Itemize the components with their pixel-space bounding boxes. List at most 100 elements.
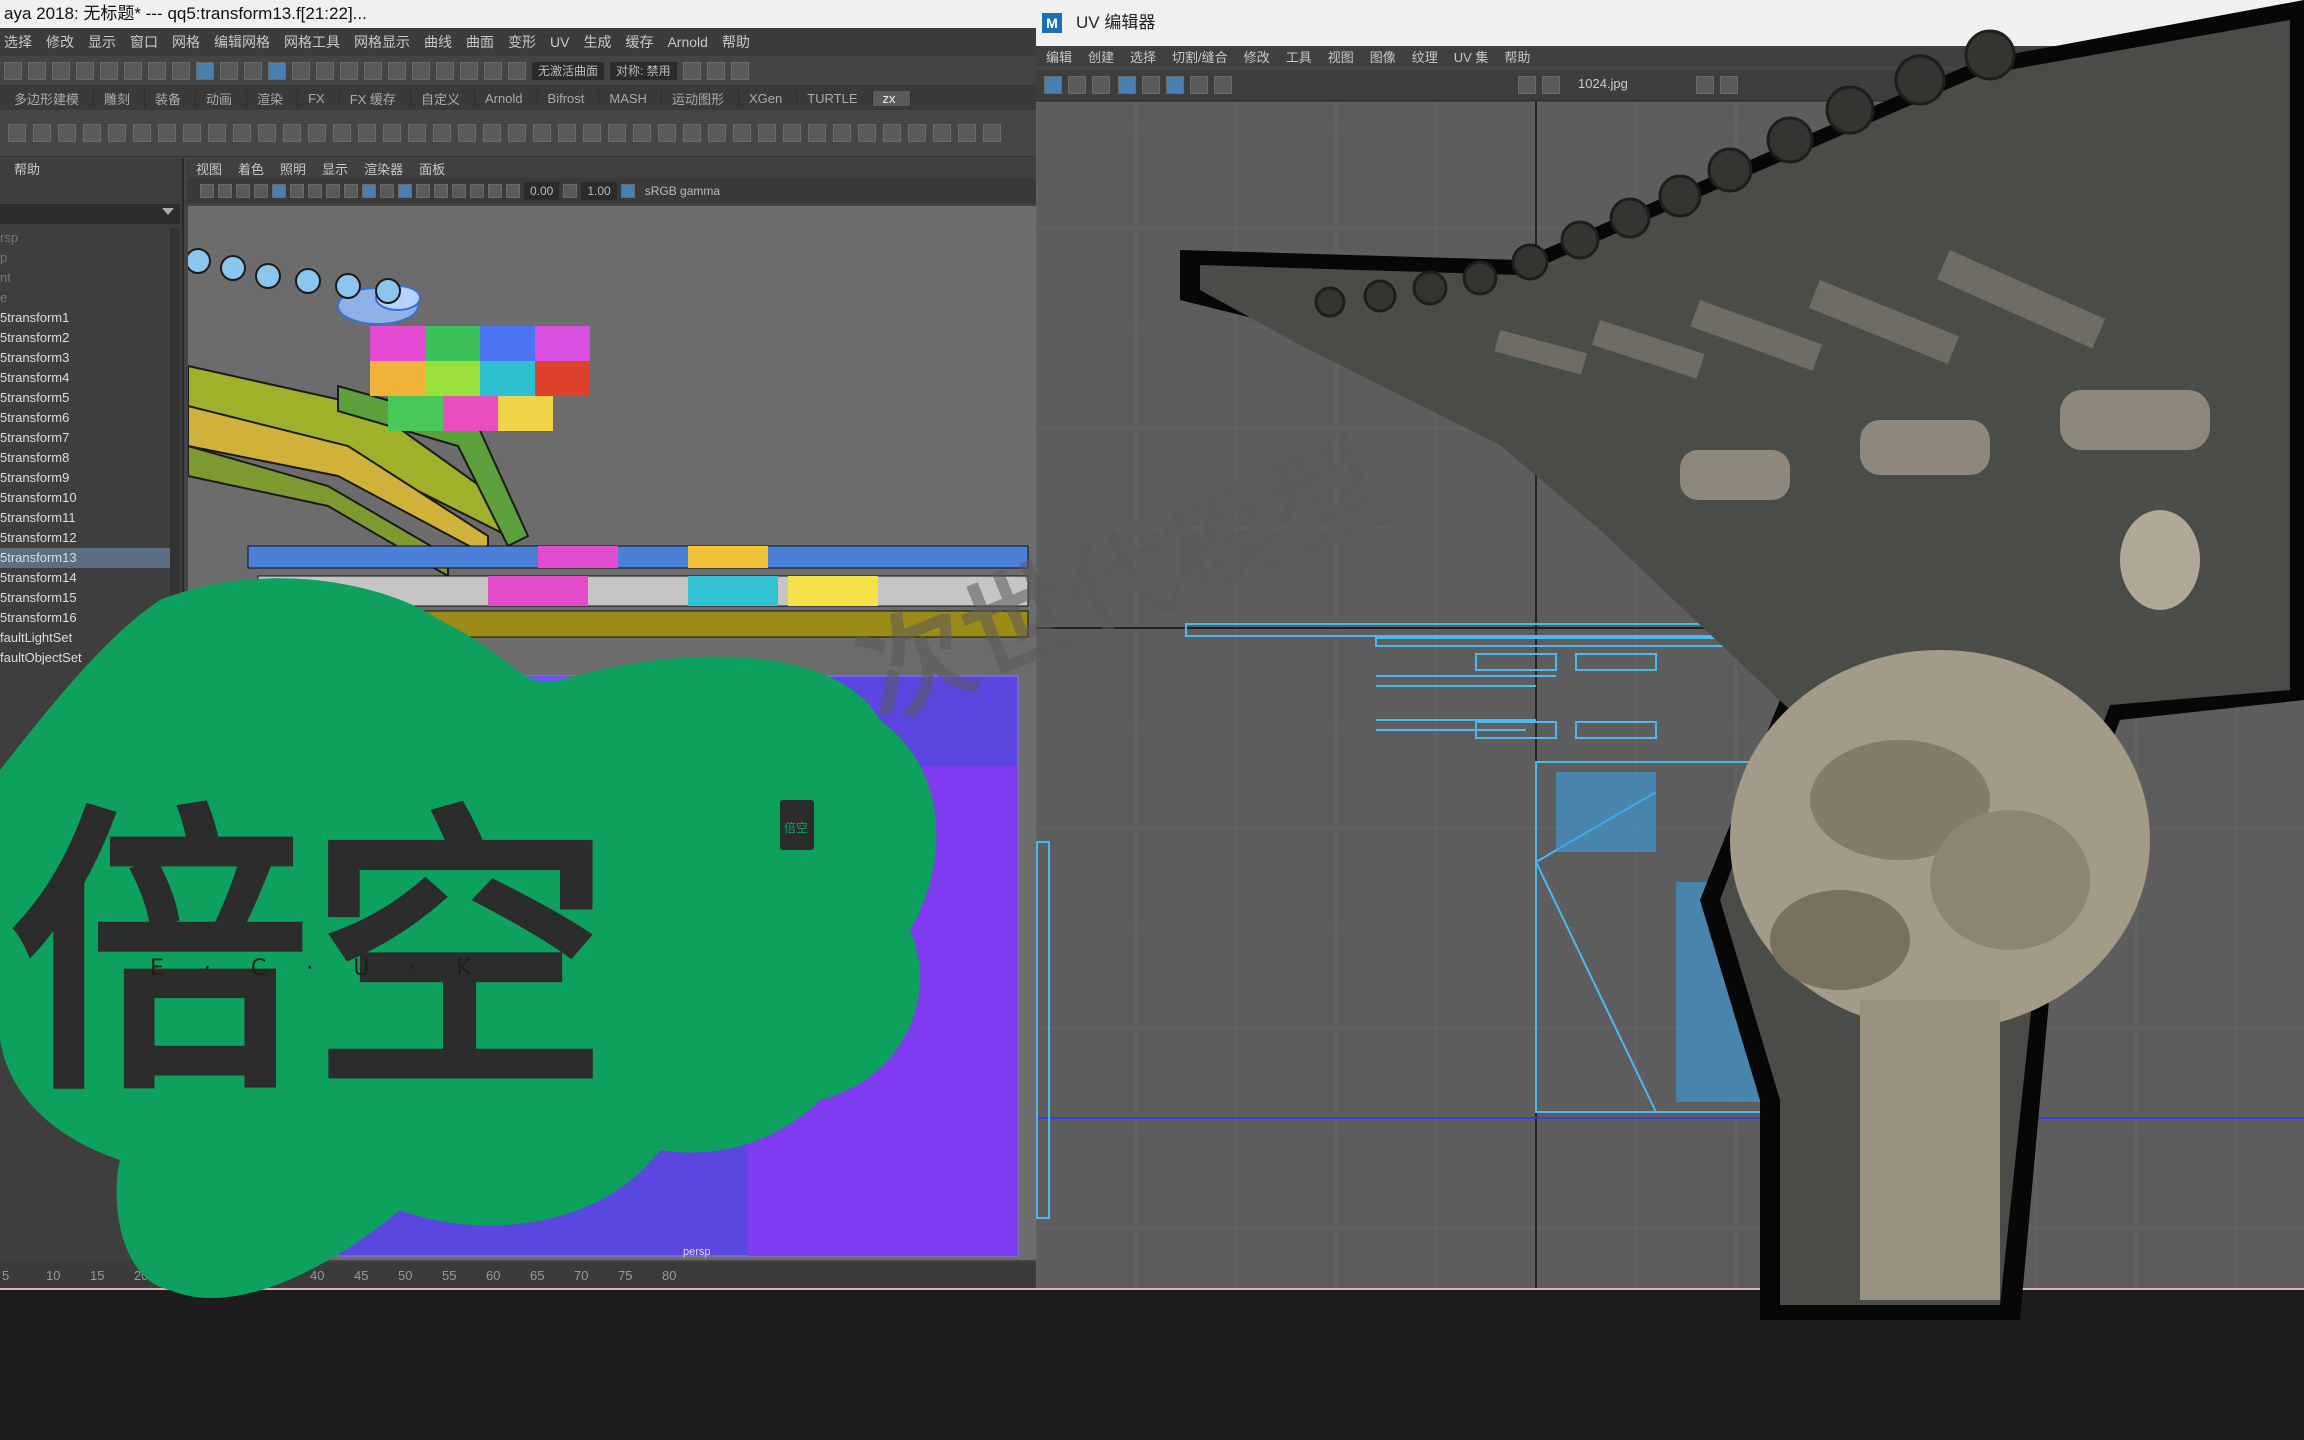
select-vertex-icon[interactable] — [220, 61, 238, 80]
shelf-tool-icon[interactable] — [783, 124, 801, 142]
shelf-tool-icon[interactable] — [658, 124, 676, 142]
shelf-tool-icon[interactable] — [333, 124, 351, 142]
shelf-tab[interactable]: MASH — [599, 90, 662, 106]
hypershade-icon[interactable] — [508, 61, 526, 80]
shelf-tool-icon[interactable] — [233, 124, 251, 142]
lock-icon[interactable] — [388, 61, 406, 80]
uv-display-image-icon[interactable] — [1166, 76, 1184, 94]
shelf-tool-icon[interactable] — [258, 124, 276, 142]
shelf-tool-icon[interactable] — [133, 124, 151, 142]
shelf-tool-icon[interactable] — [183, 124, 201, 142]
shelf-tool-icon[interactable] — [633, 124, 651, 142]
shelf-tool-icon[interactable] — [408, 124, 426, 142]
shelf-tool-icon[interactable] — [483, 124, 501, 142]
camera-attributes-icon[interactable] — [218, 184, 232, 198]
shelf-tool-icon[interactable] — [558, 124, 576, 142]
colorspace-field[interactable]: sRGB gamma — [638, 182, 727, 200]
live-surface-field[interactable]: 无激活曲面 — [532, 61, 605, 80]
select-edge-icon[interactable] — [244, 61, 262, 80]
shelf-tool-icon[interactable] — [908, 124, 926, 142]
menu-item[interactable]: 选择 — [4, 32, 32, 52]
shelf-tool-icon[interactable] — [883, 124, 901, 142]
outliner-item[interactable]: 5transform16 — [0, 608, 170, 628]
shelf-tab[interactable]: zx — [872, 90, 911, 106]
gamma-field[interactable]: 1.00 — [581, 182, 617, 200]
shelf-tool-icon[interactable] — [433, 124, 451, 142]
film-gate-icon[interactable] — [290, 184, 304, 198]
shelf-tool-icon[interactable] — [458, 124, 476, 142]
menu-item[interactable]: 曲面 — [466, 32, 494, 52]
render-settings-icon[interactable] — [484, 61, 502, 80]
viewport-menu-item[interactable]: 着色 — [238, 159, 264, 178]
outliner-item[interactable]: faultObjectSet — [0, 648, 170, 668]
uv-gamma-icon[interactable] — [1720, 76, 1738, 94]
new-scene-icon[interactable] — [28, 61, 46, 80]
exposure-field[interactable]: 0.00 — [524, 182, 560, 200]
shelf-tab[interactable]: FX 缓存 — [340, 88, 411, 108]
select-object-icon[interactable] — [172, 61, 190, 80]
shelf-tool-icon[interactable] — [8, 124, 26, 142]
shelf-tab[interactable]: Bifrost — [538, 90, 600, 106]
shelf-tool-icon[interactable] — [583, 124, 601, 142]
image-plane-icon[interactable] — [254, 184, 268, 198]
uv-shell-select-icon[interactable] — [1044, 76, 1062, 94]
lights-icon[interactable] — [416, 184, 430, 198]
menu-item[interactable]: 帮助 — [722, 32, 750, 52]
render-icon[interactable] — [436, 61, 454, 80]
select-component-icon[interactable] — [196, 61, 214, 80]
menu-item[interactable]: 缓存 — [625, 32, 653, 52]
uv-menu-item[interactable]: 纹理 — [1412, 47, 1438, 66]
modeling-toolkit-icon[interactable] — [682, 61, 701, 80]
menu-item[interactable]: UV — [550, 34, 569, 50]
shelf-tool-icon[interactable] — [508, 124, 526, 142]
shelf-tool-icon[interactable] — [158, 124, 176, 142]
shelf-tab[interactable]: 动画 — [196, 88, 248, 108]
uv-grid-icon[interactable] — [1118, 76, 1136, 94]
shelf-tab[interactable]: TURTLE — [797, 90, 873, 106]
shelf-tab[interactable]: 运动图形 — [662, 88, 739, 108]
uv-exposure-icon[interactable] — [1696, 76, 1714, 94]
viewport-menu-item[interactable]: 视图 — [196, 159, 222, 178]
shelf-tool-icon[interactable] — [833, 124, 851, 142]
viewport-menu-item[interactable]: 面板 — [419, 159, 445, 178]
shelf-tool-icon[interactable] — [83, 124, 101, 142]
snap-curve-icon[interactable] — [316, 61, 334, 80]
uv-menu-item[interactable]: 视图 — [1328, 47, 1354, 66]
undo-icon[interactable] — [100, 61, 118, 80]
select-hierarchy-icon[interactable] — [148, 61, 166, 80]
outliner-help-menu[interactable]: 帮助 — [0, 158, 182, 182]
uv-distortion-icon[interactable] — [1068, 76, 1086, 94]
snap-point-icon[interactable] — [340, 61, 358, 80]
uv-menu-item[interactable]: 图像 — [1370, 47, 1396, 66]
outliner-item[interactable]: 5transform1 — [0, 308, 170, 328]
menu-set-icon[interactable] — [4, 61, 22, 80]
chevron-down-icon[interactable] — [162, 208, 174, 215]
shelf-tool-icon[interactable] — [933, 124, 951, 142]
shelf-tool-icon[interactable] — [383, 124, 401, 142]
uv-snap-icon[interactable] — [1142, 76, 1160, 94]
uv-menu-item[interactable]: 帮助 — [1504, 47, 1530, 66]
uv-menu-item[interactable]: 切割/缝合 — [1172, 47, 1228, 66]
uv-menu-item[interactable]: 选择 — [1130, 47, 1156, 66]
menu-item[interactable]: 曲线 — [424, 32, 452, 52]
shelf-tab[interactable]: XGen — [739, 90, 798, 106]
shadows-icon[interactable] — [434, 184, 448, 198]
outliner-item[interactable]: 5transform12 — [0, 528, 170, 548]
uv-menu-item[interactable]: 修改 — [1244, 47, 1270, 66]
menu-item[interactable]: 编辑网格 — [214, 32, 270, 52]
wireframe-icon[interactable] — [344, 184, 358, 198]
shelf-tool-icon[interactable] — [208, 124, 226, 142]
select-face-icon[interactable] — [268, 61, 286, 80]
bookmark-icon[interactable] — [236, 184, 250, 198]
smooth-shade-icon[interactable] — [362, 184, 376, 198]
uv-menu-item[interactable]: UV 集 — [1454, 47, 1489, 66]
snap-grid-icon[interactable] — [292, 61, 310, 80]
shelf-tab[interactable]: 自定义 — [411, 88, 475, 108]
outliner-item[interactable]: 5transform7 — [0, 428, 170, 448]
outliner-item[interactable]: 5transform10 — [0, 488, 170, 508]
gamma-icon[interactable] — [563, 184, 578, 198]
shelf-tool-icon[interactable] — [608, 124, 626, 142]
uv-screenshot-icon[interactable] — [1214, 76, 1232, 94]
uv-image-toggle-icon[interactable] — [1518, 76, 1536, 94]
menu-item[interactable]: 修改 — [46, 32, 74, 52]
